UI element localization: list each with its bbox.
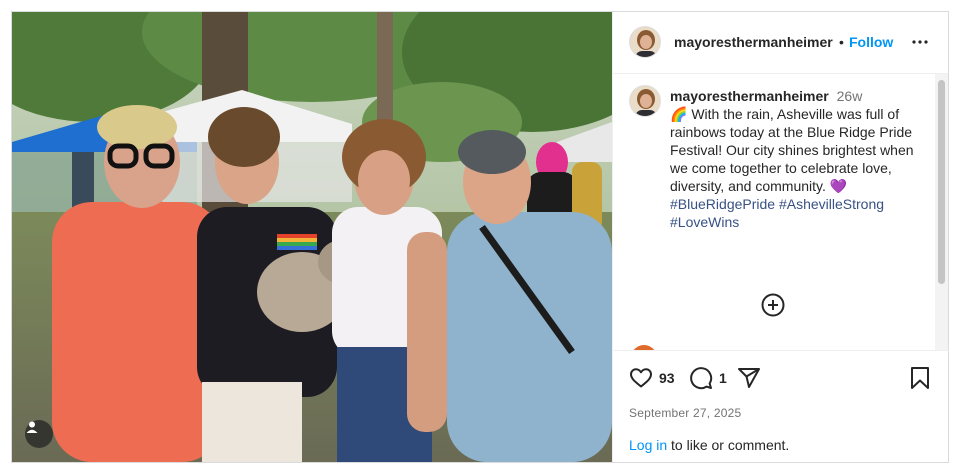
user-tag-icon[interactable] bbox=[25, 420, 53, 448]
comment-action[interactable]: 1 bbox=[689, 366, 727, 390]
more-horizontal-icon[interactable] bbox=[910, 32, 930, 52]
share-action[interactable] bbox=[737, 366, 761, 390]
post-caption: mayoresthermanheimer 26w 🌈 With the rain… bbox=[670, 87, 930, 231]
heart-icon[interactable] bbox=[629, 366, 653, 390]
separator-dot: • bbox=[839, 34, 844, 50]
post-photo[interactable] bbox=[12, 12, 612, 462]
header-username[interactable]: mayoresthermanheimer bbox=[674, 34, 833, 50]
rainbow-emoji: 🌈 bbox=[670, 106, 688, 122]
purple-heart-emoji: 💜 bbox=[829, 178, 848, 194]
scrollbar-thumb[interactable] bbox=[938, 80, 945, 284]
like-action[interactable]: 93 bbox=[629, 366, 675, 390]
save-action[interactable] bbox=[909, 366, 931, 395]
photo-illustration bbox=[12, 12, 612, 462]
comments-section: mayoresthermanheimer 26w 🌈 With the rain… bbox=[613, 74, 949, 350]
post-age: 26w bbox=[836, 88, 863, 104]
likes-count[interactable]: 93 bbox=[659, 370, 675, 386]
caption-hashtags[interactable]: #BlueRidgePride #AshevilleStrong #LoveWi… bbox=[670, 195, 930, 231]
caption-username[interactable]: mayoresthermanheimer bbox=[670, 88, 829, 104]
caption-text: With the rain, Asheville was full of rai… bbox=[670, 106, 914, 194]
load-more-comments-icon[interactable] bbox=[761, 293, 785, 317]
bookmark-icon[interactable] bbox=[909, 366, 931, 390]
instagram-post-card: mayoresthermanheimer • Follow mayoresthe… bbox=[11, 11, 949, 463]
avatar[interactable] bbox=[629, 26, 661, 58]
login-prompt: Log in to like or comment. bbox=[629, 437, 789, 453]
comments-count[interactable]: 1 bbox=[719, 370, 727, 386]
post-actions: 93 1 September 27, 2025 Log in to like o… bbox=[613, 350, 949, 462]
post-header: mayoresthermanheimer • Follow bbox=[613, 12, 948, 74]
comment-icon[interactable] bbox=[689, 366, 713, 390]
post-date[interactable]: September 27, 2025 bbox=[629, 406, 741, 420]
follow-button[interactable]: Follow bbox=[849, 34, 893, 50]
share-icon[interactable] bbox=[737, 366, 761, 390]
post-side-panel: mayoresthermanheimer • Follow mayoresthe… bbox=[612, 12, 949, 462]
login-link[interactable]: Log in bbox=[629, 437, 667, 453]
caption-avatar[interactable] bbox=[629, 85, 661, 117]
login-prompt-text: to like or comment. bbox=[667, 437, 790, 453]
